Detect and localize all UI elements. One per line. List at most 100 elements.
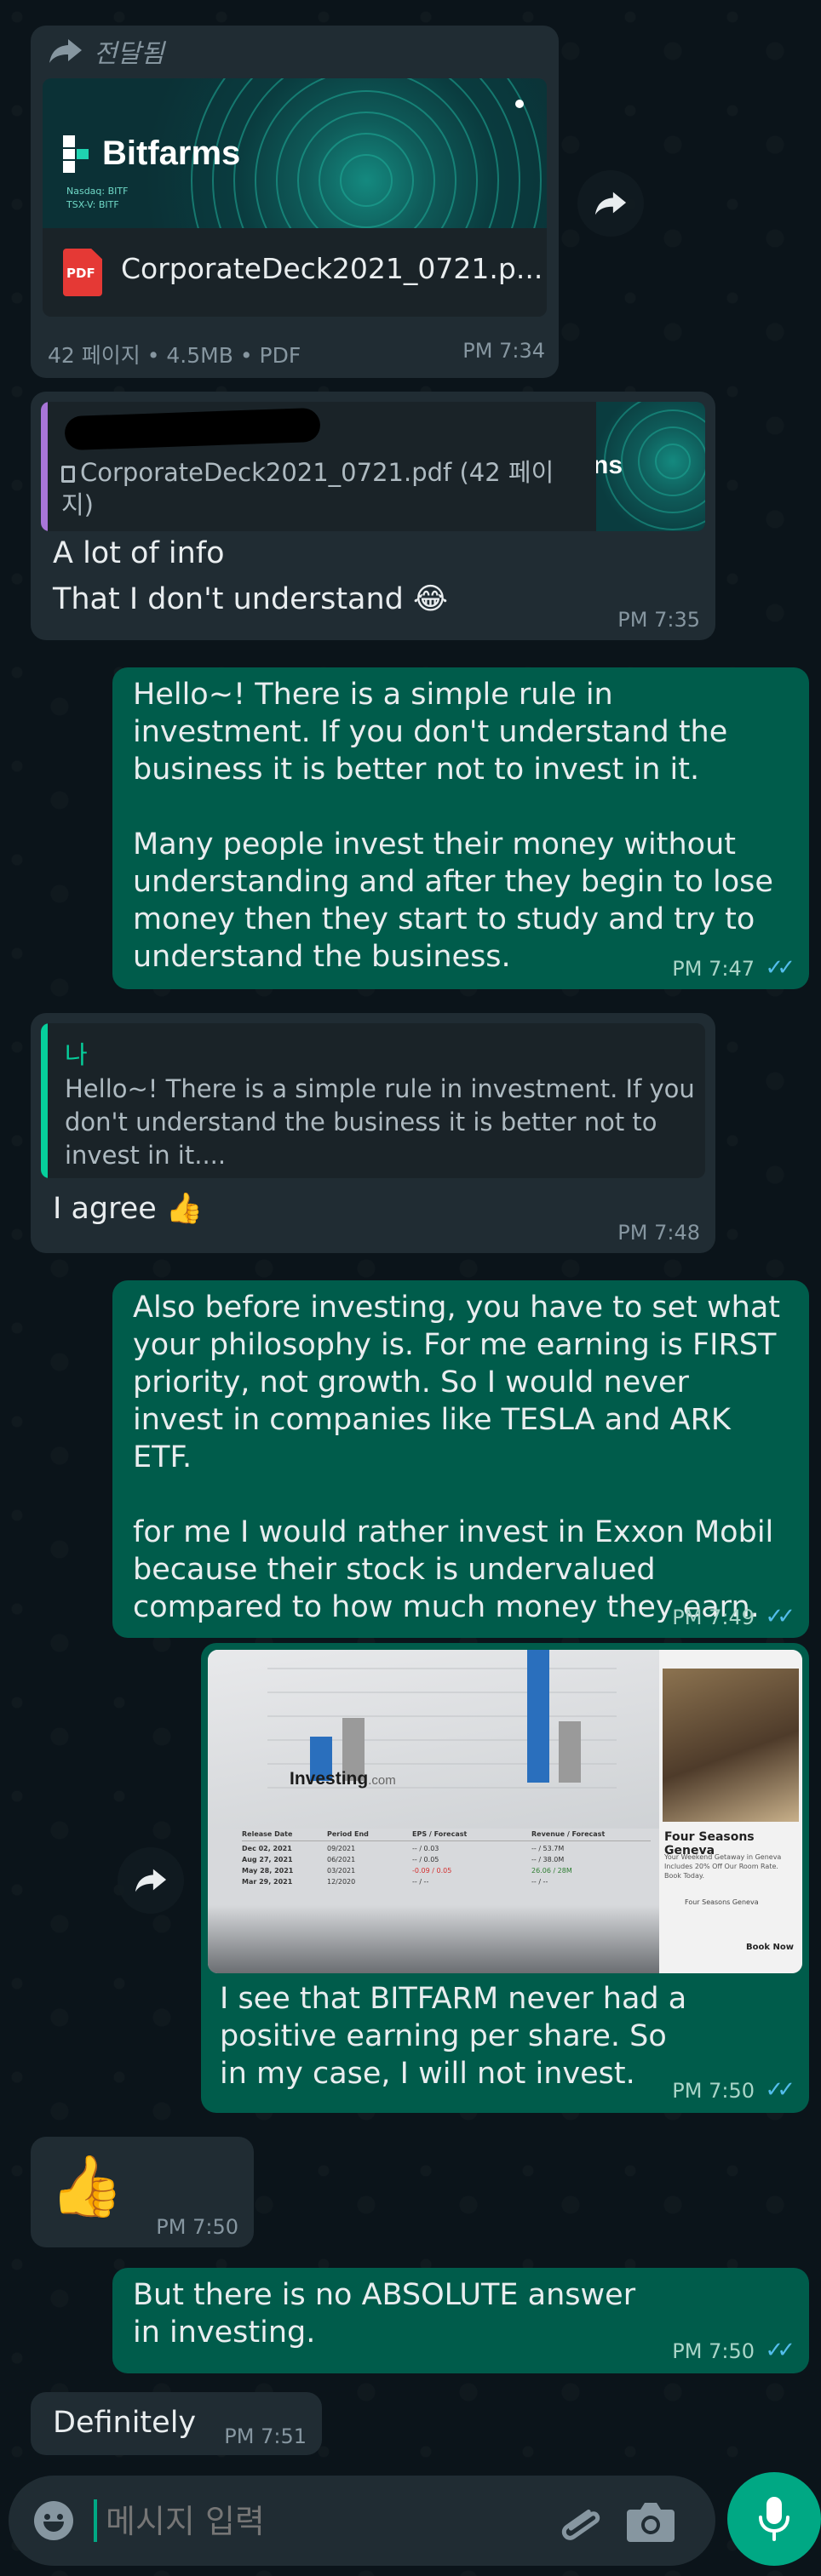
photo-logo-text: Investing	[290, 1769, 369, 1789]
photo-td: -- / 53.7M	[531, 1845, 565, 1852]
pdf-icon: PDF	[63, 249, 102, 296]
photo-chart-area: Investing.com	[208, 1650, 659, 1829]
pdf-file-name: CorporateDeck2021_0721.p...	[121, 252, 543, 285]
outgoing-message-no-absolute[interactable]: But there is no ABSOLUTE answer in inves…	[112, 2268, 809, 2373]
message-text-line-2: That I don't understand 😂	[53, 582, 448, 616]
reply-message-lot-of-info[interactable]: CorporateDeck2021_0721.pdf (42 페이지) ns A…	[31, 392, 715, 640]
reply-message-i-agree[interactable]: 나 Hello~! There is a simple rule in inve…	[31, 1013, 715, 1253]
photo-ad-image	[663, 1669, 799, 1822]
photo-table-row: Mar 29, 2021 12/2020 -- / -- -- / --	[242, 1875, 651, 1886]
message-text: But there is no ABSOLUTE answer in inves…	[133, 2278, 646, 2350]
photo-eps-chart	[267, 1650, 617, 1789]
forward-icon	[594, 192, 627, 215]
pdf-thumbnail[interactable]: Bitfarms Nasdaq: BITF TSX-V: BITF	[43, 78, 547, 228]
outgoing-message-rule[interactable]: Hello~! There is a simple rule in invest…	[112, 667, 809, 989]
message-time: PM 7:48	[617, 1221, 700, 1245]
photo-table-header: Release Date Period End EPS / Forecast R…	[242, 1830, 651, 1841]
message-text: I agree 👍	[53, 1192, 204, 1226]
message-time: PM 7:35	[617, 608, 700, 632]
pdf-meta: 42 페이지 • 4.5MB • PDF	[48, 343, 301, 368]
message-text-line-1: A lot of info	[53, 536, 225, 570]
photo-td: 12/2020	[327, 1878, 356, 1886]
attach-icon[interactable]	[555, 2496, 606, 2547]
photo-td: -- / --	[531, 1878, 548, 1886]
photo-earnings-table: Release Date Period End EPS / Forecast R…	[242, 1830, 651, 1886]
message-text: Definitely	[53, 2406, 197, 2440]
quoted-sender-redacted	[64, 407, 321, 451]
message-time: PM 7:49	[672, 1606, 755, 1629]
outgoing-message-philosophy[interactable]: Also before investing, you have to set w…	[112, 1280, 809, 1638]
photo-td: -- / 38.0M	[531, 1856, 565, 1863]
message-composer	[9, 2476, 715, 2566]
photo-td: -- / --	[412, 1878, 429, 1886]
photo-ad-cta: Book Now	[746, 1943, 794, 1952]
message-text: I see that BITFARM never had a positive …	[220, 1982, 697, 2091]
brand-sub-2: TSX-V: BITF	[66, 199, 119, 210]
photo-td: 06/2021	[327, 1856, 356, 1863]
mic-icon	[759, 2497, 789, 2541]
forward-icon	[135, 1869, 167, 1892]
quoted-file-name: CorporateDeck2021_0721.pdf (42 페이지)	[61, 458, 554, 519]
photo-bottom-blur	[208, 1905, 659, 1973]
message-time: PM 7:47	[672, 957, 755, 981]
thumbs-up-icon: 👍	[49, 2151, 124, 2221]
photo-th: EPS / Forecast	[412, 1830, 468, 1838]
photo-td: May 28, 2021	[242, 1867, 294, 1875]
forwarded-pdf-message[interactable]: 전달됨 Bitfarms Nasdaq: BITF TSX-V: BITF PD…	[31, 26, 559, 378]
quote-accent-bar	[41, 1023, 48, 1178]
photo-td: 03/2021	[327, 1867, 356, 1875]
message-text: Also before investing, you have to set w…	[133, 1291, 780, 1624]
forward-button[interactable]	[577, 170, 644, 237]
photo-ad-text: Your Weekend Getaway in Geneva Includes …	[664, 1853, 782, 1880]
message-time: PM 7:50	[156, 2215, 238, 2239]
read-ticks-icon: ✓✓	[765, 1604, 795, 1629]
photo-th: Release Date	[242, 1830, 293, 1838]
photo-ad-area: Four Seasons Geneva Your Weekend Getaway…	[659, 1650, 802, 1973]
photo-td: -- / 0.03	[412, 1845, 439, 1852]
photo-td: Mar 29, 2021	[242, 1878, 293, 1886]
bitfarms-logo: Bitfarms	[63, 135, 240, 173]
quoted-message[interactable]: CorporateDeck2021_0721.pdf (42 페이지) ns	[41, 402, 705, 531]
forwarded-text: 전달됨	[94, 39, 164, 69]
quoted-author: 나	[65, 1040, 88, 1069]
photo-investing-logo: Investing.com	[290, 1769, 396, 1789]
incoming-definitely-message[interactable]: Definitely PM 7:51	[31, 2392, 322, 2455]
text-cursor	[94, 2499, 97, 2542]
quoted-thumbnail: ns	[596, 402, 705, 531]
message-time: PM 7:51	[224, 2424, 307, 2448]
message-input[interactable]	[104, 2494, 533, 2549]
quote-accent-bar	[41, 402, 48, 531]
photo-th: Revenue / Forecast	[531, 1830, 606, 1838]
photo-th: Period End	[327, 1830, 369, 1838]
image-attachment[interactable]: Investing.com Four Seasons Geneva Your W…	[208, 1650, 802, 1973]
photo-table-row: May 28, 2021 03/2021 -0.09 / 0.05 26.06 …	[242, 1863, 651, 1875]
forward-icon	[49, 39, 82, 63]
camera-icon[interactable]	[625, 2499, 676, 2544]
incoming-thumbs-up-message[interactable]: 👍 PM 7:50	[31, 2137, 254, 2247]
bitfarms-mark-icon	[63, 135, 89, 173]
read-ticks-icon: ✓✓	[765, 955, 795, 981]
brand-sub-1: Nasdaq: BITF	[66, 186, 129, 197]
outgoing-image-message[interactable]: Investing.com Four Seasons Geneva Your W…	[201, 1643, 809, 2113]
photo-ad-brand: Four Seasons Geneva	[685, 1898, 759, 1906]
forward-button[interactable]	[118, 1847, 184, 1914]
forwarded-label: 전달됨	[48, 32, 164, 70]
quoted-message[interactable]: 나 Hello~! There is a simple rule in inve…	[41, 1023, 705, 1178]
mic-button[interactable]	[727, 2472, 821, 2566]
photo-td: -- / 0.05	[412, 1856, 439, 1863]
photo-td: 26.06 / 28M	[531, 1867, 572, 1875]
brand-name: Bitfarms	[102, 135, 241, 172]
message-text: Hello~! There is a simple rule in invest…	[133, 678, 773, 974]
emoji-icon[interactable]	[34, 2501, 73, 2540]
document-icon	[61, 466, 75, 483]
thumbnail-text: ns	[596, 451, 623, 479]
read-ticks-icon: ✓✓	[765, 2077, 795, 2103]
photo-td: Dec 02, 2021	[242, 1845, 292, 1852]
pdf-file-row[interactable]: PDF CorporateDeck2021_0721.p...	[43, 228, 547, 317]
message-time: PM 7:50	[672, 2079, 755, 2103]
message-time: PM 7:34	[462, 339, 545, 363]
photo-logo-suffix: .com	[368, 1773, 396, 1788]
photo-table-row: Dec 02, 2021 09/2021 -- / 0.03 -- / 53.7…	[242, 1841, 651, 1852]
pdf-badge: PDF	[66, 266, 95, 281]
photo-td: -0.09 / 0.05	[412, 1867, 452, 1875]
